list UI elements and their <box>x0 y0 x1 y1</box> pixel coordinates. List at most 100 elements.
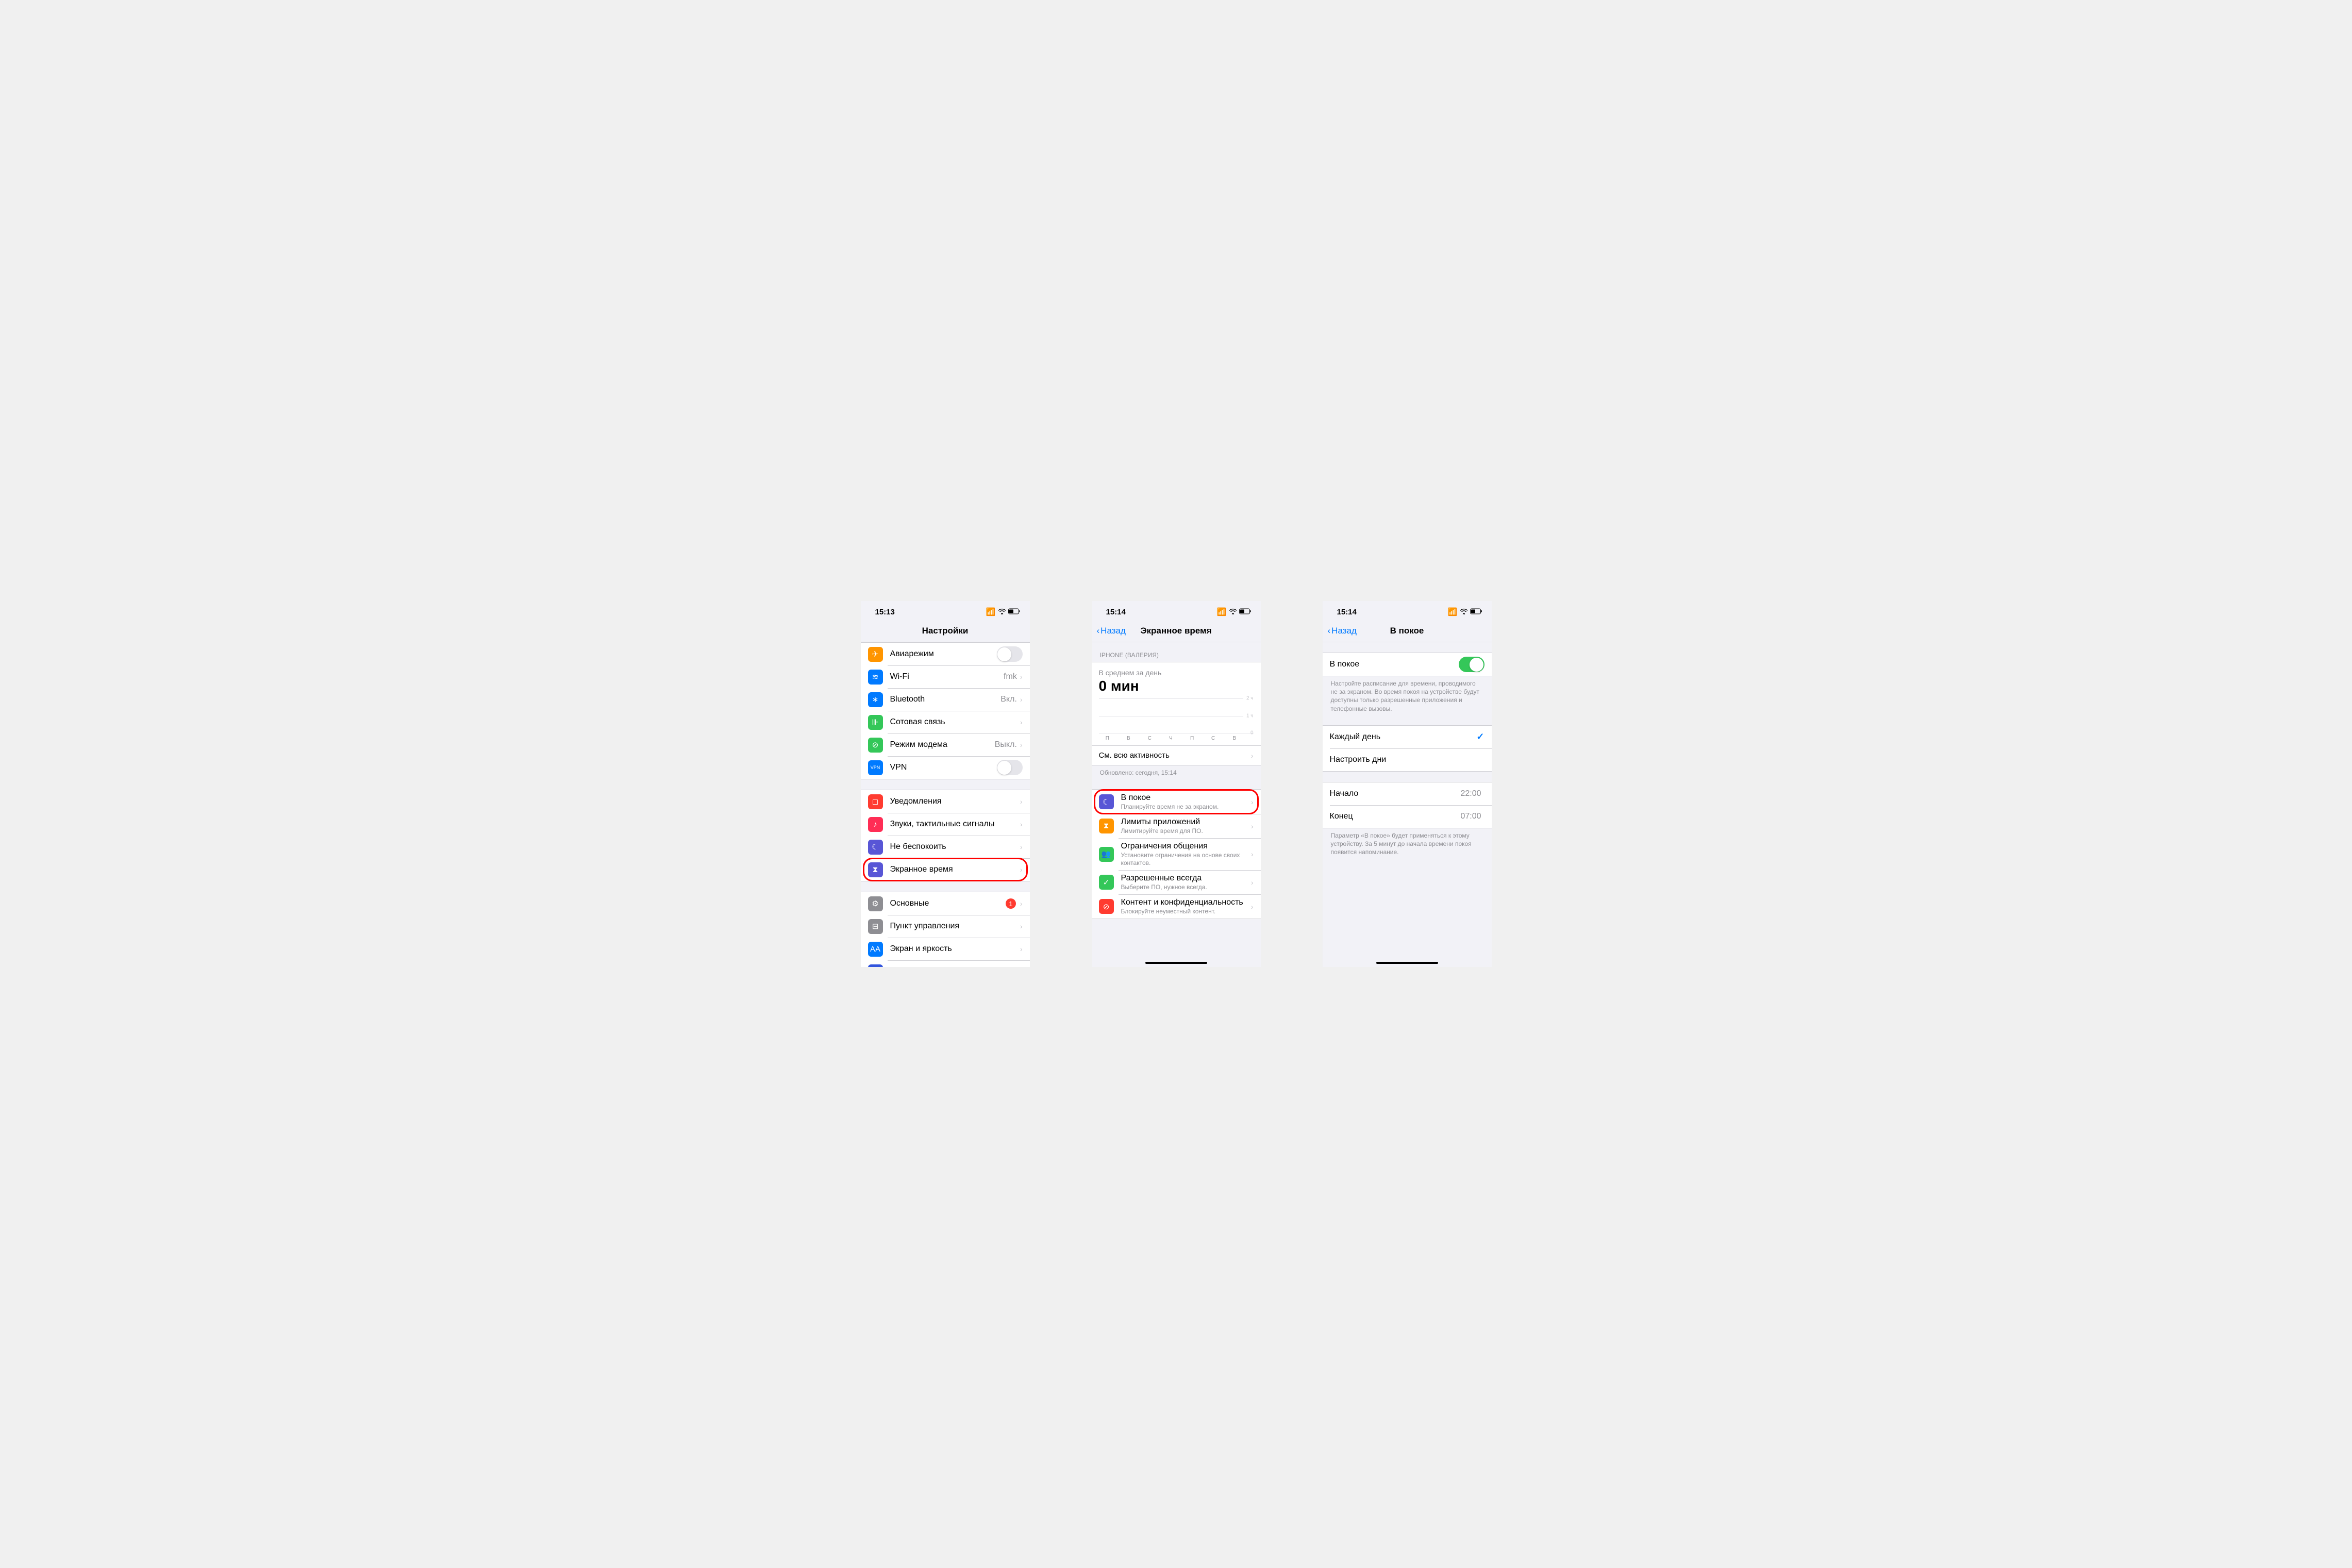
row-sublabel: Планируйте время не за экраном. <box>1121 803 1251 811</box>
row-label: Wi-Fi <box>890 672 1004 682</box>
settings-row[interactable]: ⧗Экранное время› <box>861 858 1030 881</box>
settings-row[interactable]: 👥Ограничения общенияУстановите ограничен… <box>1092 838 1261 870</box>
back-button[interactable]: ‹ Назад <box>1328 626 1357 636</box>
settings-row[interactable]: VPNVPN <box>861 756 1030 779</box>
settings-row[interactable]: ☾В покоеПланируйте время не за экраном.› <box>1092 790 1261 814</box>
settings-row[interactable]: ✈Авиарежим <box>861 643 1030 665</box>
settings-row[interactable]: ⚙Основные1› <box>861 892 1030 915</box>
settings-group-network: ✈Авиарежим≋Wi-Fifmk›∗BluetoothВкл.›⊪Сото… <box>861 642 1030 779</box>
chevron-right-icon: › <box>1251 752 1254 760</box>
activity-label: См. всю активность <box>1099 751 1170 760</box>
status-time: 15:14 <box>1337 608 1357 616</box>
status-bar: 15:14 📶 <box>1092 601 1261 620</box>
home-indicator[interactable] <box>1145 962 1207 964</box>
chart-day-label: П <box>1099 736 1116 741</box>
settings-row[interactable]: ≋Wi-Fifmk› <box>861 665 1030 688</box>
settings-row[interactable]: ⊞Экран «Домой»› <box>861 960 1030 967</box>
settings-row[interactable]: ◻Уведомления› <box>861 790 1030 813</box>
back-button[interactable]: ‹ Назад <box>1097 626 1126 636</box>
row-label: В покое <box>1121 793 1251 803</box>
settings-row[interactable]: ⊟Пункт управления› <box>861 915 1030 938</box>
chevron-left-icon: ‹ <box>1328 626 1331 636</box>
settings-row[interactable]: ⊪Сотовая связь› <box>861 711 1030 733</box>
phone-settings: 15:13 📶 Настройки ✈Авиарежим≋Wi-Fifmk›∗B… <box>861 601 1030 967</box>
battery-icon <box>1008 608 1021 616</box>
row-label: Экран «Домой» <box>890 966 1020 967</box>
chart-value: 0 мин <box>1099 678 1254 694</box>
chevron-right-icon: › <box>1020 945 1023 953</box>
device-header: IPHONE (ВАЛЕРИЯ) <box>1092 649 1261 662</box>
settings-row[interactable]: Настроить дни <box>1323 748 1492 771</box>
usage-chart[interactable]: В среднем за день 0 мин 2 ч 1 ч 0 ПВСЧПС… <box>1092 662 1261 765</box>
chart-ylabel: 1 ч <box>1246 713 1254 719</box>
VPN-icon: VPN <box>868 760 883 775</box>
nav-bar: ‹ Назад Экранное время <box>1092 620 1261 642</box>
badge: 1 <box>1006 898 1016 909</box>
⊞-icon: ⊞ <box>868 964 883 968</box>
chart-plot: 2 ч 1 ч 0 <box>1099 698 1254 733</box>
row-label: Настроить дни <box>1330 755 1484 765</box>
⚙-icon: ⚙ <box>868 896 883 911</box>
home-indicator[interactable] <box>1376 962 1438 964</box>
⊘-icon: ⊘ <box>868 738 883 753</box>
wifi-icon <box>1229 608 1237 616</box>
downtime-description: Настройте расписание для времени, провод… <box>1323 676 1492 715</box>
row-label: Начало <box>1330 789 1461 799</box>
⊘-icon: ⊘ <box>1099 899 1114 914</box>
chevron-right-icon: › <box>1020 695 1023 704</box>
row-label: Уведомления <box>890 796 1020 807</box>
status-bar: 15:14 📶 <box>1323 601 1492 620</box>
settings-row[interactable]: Начало22:00 <box>1323 782 1492 805</box>
⊪-icon: ⊪ <box>868 715 883 730</box>
settings-row[interactable]: Каждый день✓ <box>1323 726 1492 748</box>
settings-row[interactable]: ⊘Режим модемаВыкл.› <box>861 733 1030 756</box>
nav-title: В покое <box>1390 626 1424 636</box>
nav-bar: Настройки <box>861 620 1030 642</box>
row-sublabel: Лимитируйте время для ПО. <box>1121 827 1251 835</box>
status-icons: 📶 <box>1448 607 1482 616</box>
battery-icon <box>1470 608 1482 616</box>
toggle[interactable] <box>997 760 1023 775</box>
settings-row[interactable]: ⧗Лимиты приложенийЛимитируйте время для … <box>1092 814 1261 838</box>
chart-day-label: В <box>1226 736 1243 741</box>
chevron-right-icon: › <box>1020 843 1023 851</box>
toggle[interactable] <box>997 646 1023 662</box>
time-range-list: Начало22:00Конец07:00 <box>1323 782 1492 828</box>
settings-row[interactable]: Конец07:00 <box>1323 805 1492 828</box>
settings-row[interactable]: ⊘Контент и конфиденциальностьБлокируйте … <box>1092 894 1261 919</box>
row-value: Выкл. <box>995 740 1017 749</box>
⧗-icon: ⧗ <box>1099 819 1114 833</box>
chart-day-label: В <box>1120 736 1138 741</box>
chart-day-label: Ч <box>1162 736 1180 741</box>
settings-group-notifications: ◻Уведомления›♪Звуки, тактильные сигналы›… <box>861 790 1030 881</box>
downtime-toggle[interactable] <box>1459 657 1484 672</box>
☾-icon: ☾ <box>868 840 883 855</box>
chevron-right-icon: › <box>1251 850 1254 858</box>
downtime-toggle-row[interactable]: В покое <box>1323 653 1492 676</box>
row-sublabel: Выберите ПО, нужное всегда. <box>1121 883 1251 891</box>
settings-row[interactable]: ∗BluetoothВкл.› <box>861 688 1030 711</box>
status-time: 15:14 <box>1106 608 1126 616</box>
status-bar: 15:13 📶 <box>861 601 1030 620</box>
see-all-activity[interactable]: См. всю активность › <box>1092 745 1261 761</box>
chart-day-label: С <box>1141 736 1159 741</box>
☾-icon: ☾ <box>1099 794 1114 809</box>
row-label: Не беспокоить <box>890 842 1020 852</box>
settings-row[interactable]: ☾ Не беспокоить› <box>861 836 1030 858</box>
checkmark-icon: ✓ <box>1476 731 1484 742</box>
settings-row[interactable]: ♪Звуки, тактильные сигналы› <box>861 813 1030 836</box>
settings-row[interactable]: AAЭкран и яркость› <box>861 938 1030 960</box>
wifi-icon <box>998 608 1006 616</box>
settings-row[interactable]: ✓Разрешенные всегдаВыберите ПО, нужное в… <box>1092 870 1261 894</box>
back-label: Назад <box>1331 626 1357 636</box>
signal-icon: 📶 <box>1448 607 1458 616</box>
nav-title: Экранное время <box>1140 626 1211 636</box>
screentime-options: ☾ В покоеПланируйте время не за экраном. ›… <box>1092 789 1261 919</box>
status-time: 15:13 <box>875 608 895 616</box>
⊟-icon: ⊟ <box>868 919 883 934</box>
chevron-left-icon: ‹ <box>1097 626 1100 636</box>
chevron-right-icon: › <box>1020 718 1023 726</box>
⧗-icon: ⧗ <box>868 862 883 877</box>
row-label: Пункт управления <box>890 921 1020 931</box>
chart-day-label: С <box>1205 736 1222 741</box>
